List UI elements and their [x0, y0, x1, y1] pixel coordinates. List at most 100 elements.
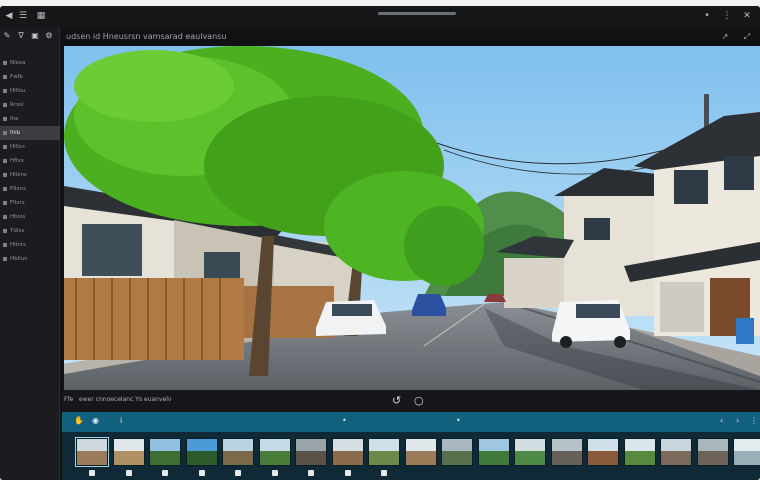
sidebar-item[interactable]: Nlexa [0, 56, 60, 70]
playhead-icon[interactable]: • [456, 416, 461, 425]
close-icon[interactable]: ✕ [742, 11, 752, 21]
edit-icon[interactable]: ✎ [2, 31, 12, 41]
filmstrip-thumbnail[interactable] [222, 438, 254, 466]
sidebar-item-label: Fllxrs [10, 200, 25, 206]
sidebar-item[interactable]: Fllxrs [0, 196, 60, 210]
thumbnail-ground [734, 450, 760, 465]
sidebar-item[interactable]: Tdlxs [0, 224, 60, 238]
flag-marker[interactable] [89, 470, 95, 476]
filmstrip-thumbnail[interactable] [477, 438, 510, 466]
sidebar-item-icon [3, 158, 7, 163]
filmstrip-thumbnail[interactable] [441, 438, 473, 466]
filmstrip-thumbnail[interactable] [623, 438, 656, 466]
sidebar-item-icon [3, 144, 7, 149]
minimize-icon[interactable]: • [702, 11, 712, 21]
filmstrip-thumbnail[interactable] [295, 438, 327, 466]
restore-icon[interactable]: ⋮ [722, 11, 732, 21]
sidebar-item[interactable]: Pllxns [0, 182, 60, 196]
photo-viewer[interactable] [64, 46, 760, 390]
filmstrip-thumbnail[interactable] [368, 438, 400, 466]
info-icon[interactable]: i [120, 416, 122, 425]
document-title: udsen id Hneusrsn vamsarad eaulvansu [66, 32, 227, 41]
more-icon[interactable]: ⋮ [750, 416, 758, 425]
sidebar-item-label: Nlexa [10, 60, 26, 66]
filmstrip-thumbnail[interactable] [185, 438, 218, 466]
sidebar-item[interactable]: Hblxs [0, 210, 60, 224]
thumbnail-sky [296, 439, 326, 451]
thumbnail-sky [588, 439, 618, 451]
sidebar-item[interactable]: Hbllus [0, 252, 60, 266]
filmstrip-thumbnail[interactable] [258, 438, 291, 466]
filmstrip-thumbnail[interactable] [149, 438, 181, 466]
sidebar-item-label: Ihe [10, 116, 19, 122]
sidebar-item-label: Hblxs [10, 214, 26, 220]
sidebar-item-icon [3, 116, 7, 121]
filmstrip [62, 432, 760, 480]
sidebar-item-icon [3, 172, 7, 177]
file-detail: ewer cnnoecelanc Ys euanvelv [79, 396, 172, 403]
prev-icon[interactable]: ‹ [720, 416, 723, 425]
thumbnail-sky [405, 439, 436, 451]
filmstrip-thumbnail[interactable] [331, 438, 364, 466]
flag-marker[interactable] [235, 470, 241, 476]
sidebar-item[interactable]: Hllxns [0, 168, 60, 182]
filmstrip-thumbnail[interactable] [514, 438, 546, 466]
flag-marker[interactable] [198, 470, 205, 476]
flag-marker[interactable] [344, 470, 351, 476]
sidebar-item[interactable]: Hlllxs [0, 140, 60, 154]
flag-marker[interactable] [381, 470, 387, 476]
sidebar-item-label: Hlllxs [10, 144, 25, 150]
share-icon[interactable]: ↗ [720, 32, 730, 42]
flag-marker[interactable] [162, 470, 168, 476]
filmstrip-thumbnail[interactable] [75, 437, 109, 467]
sidebar-item-label: Ihlb [10, 130, 21, 136]
sidebar-item[interactable]: Hllnrs [0, 238, 60, 252]
flag-marker[interactable] [308, 470, 314, 476]
menu-icon[interactable]: ☰ [18, 11, 28, 21]
thumbnail-sky [478, 439, 509, 451]
sidebar-item-icon [3, 130, 7, 135]
filmstrip-thumbnail[interactable] [733, 438, 760, 466]
sidebar-item-icon [3, 60, 7, 65]
filter-icon[interactable]: ∇ [16, 31, 26, 41]
filmstrip-thumbnail[interactable] [404, 438, 437, 466]
thumbnail-ground [332, 450, 363, 465]
filmstrip-thumbnail[interactable] [112, 438, 145, 466]
window-handle[interactable] [378, 12, 456, 15]
settings-icon[interactable]: ⚙ [44, 31, 54, 41]
thumbnail-sky [661, 439, 691, 451]
flag-marker[interactable] [271, 470, 278, 476]
grid-icon[interactable]: ▦ [36, 11, 46, 21]
sidebar-item-icon [3, 228, 7, 233]
sidebar-item-icon [3, 256, 7, 261]
thumbnail-sky [442, 439, 472, 451]
next-icon[interactable]: › [736, 416, 739, 425]
sidebar-item[interactable]: Fwlb [0, 70, 60, 84]
thumbnail-ground [186, 450, 217, 465]
sidebar-item[interactable]: Hlllou [0, 84, 60, 98]
back-icon[interactable]: ◀ [4, 11, 14, 21]
expand-icon[interactable]: ⤢ [742, 32, 752, 42]
sidebar-item-icon [3, 186, 7, 191]
marker-icon[interactable]: • [342, 416, 347, 425]
sidebar-item[interactable]: Ihe [0, 112, 60, 126]
sidebar-item[interactable]: Hflxs [0, 154, 60, 168]
sidebar-item[interactable]: Ihlb [0, 126, 60, 140]
sidebar-item[interactable]: Rrssl [0, 98, 60, 112]
thumbnail-ground [624, 450, 655, 465]
sidebar-item-label: Fwlb [10, 74, 23, 80]
flag-marker[interactable] [125, 470, 132, 476]
filmstrip-thumbnail[interactable] [587, 438, 619, 466]
street-photo [64, 46, 760, 390]
filmstrip-thumbnail[interactable] [660, 438, 692, 466]
hand-icon[interactable]: ✋ [74, 416, 84, 425]
lock-icon[interactable]: ▣ [30, 31, 40, 41]
target-icon[interactable]: ◉ [92, 416, 99, 425]
filmstrip-thumbnail[interactable] [696, 438, 729, 466]
thumbnail-ground [296, 450, 326, 465]
thumbnail-sky [186, 439, 217, 451]
sidebar-item-label: Pllxns [10, 186, 26, 192]
filmstrip-thumbnail[interactable] [550, 438, 583, 466]
thumbnail-ground [697, 450, 728, 465]
thumbnail-sky [551, 439, 582, 451]
